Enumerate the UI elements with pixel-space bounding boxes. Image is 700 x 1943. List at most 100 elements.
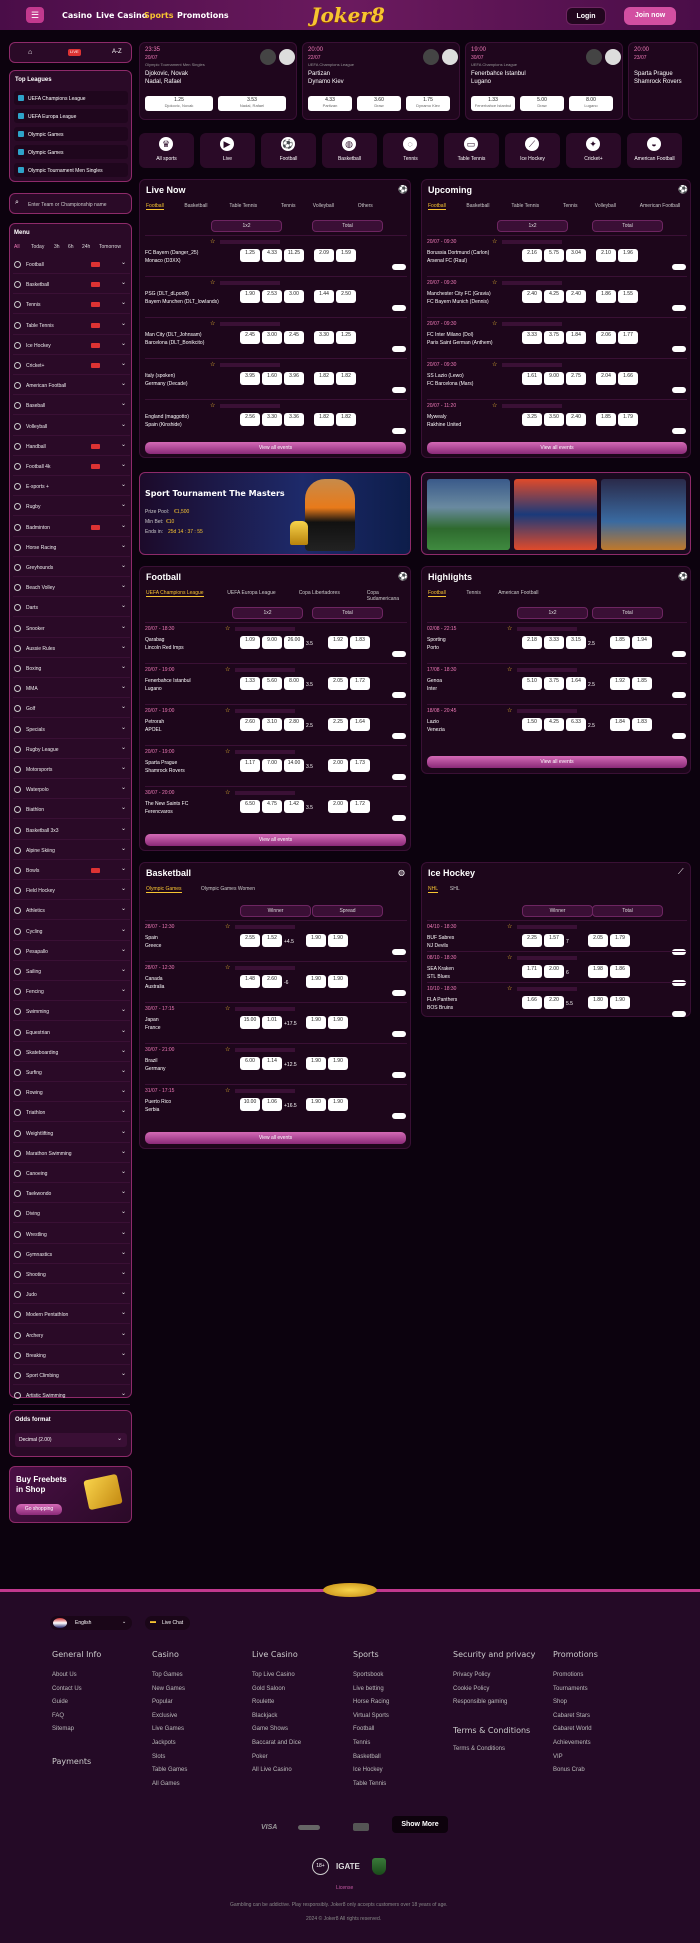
sidebar-item-motorsports[interactable]: Motorsports ⌄ <box>13 760 130 779</box>
tab-olympic-games-women[interactable]: Olympic Games Women <box>201 886 255 892</box>
sidebar-item-skateboarding[interactable]: Skateboarding ⌄ <box>13 1043 130 1062</box>
odds-button[interactable]: 1.90 <box>306 1016 326 1029</box>
odds-button[interactable]: 9.00 <box>544 372 564 385</box>
nav-promotions[interactable]: Promotions <box>177 11 229 21</box>
sidebar-item-darts[interactable]: Darts ⌄ <box>13 598 130 618</box>
tab-table-tennis[interactable]: Table Tennis <box>229 203 257 209</box>
match-row[interactable]: 20/07 - 09:30 FC Inter Milano (Dol) Paris … <box>427 317 687 358</box>
match-row[interactable]: 17/08 - 18:30 Genoa Inter ☆ 5.10 3.75 1.64 2.5 1… <box>427 663 687 704</box>
odds-button[interactable]: 1.77 <box>618 331 638 344</box>
odds-button[interactable]: 1.90 <box>328 1098 348 1111</box>
favorite-star-icon[interactable]: ☆ <box>507 924 512 931</box>
match-row[interactable]: 02/08 - 22:15 Sporting Porto ☆ 2.18 3.33 3.15 2… <box>427 622 687 663</box>
match-row[interactable]: 31/07 - 17:15 Puerto Rico Serbia ☆ 10.00 1.06… <box>145 1084 407 1125</box>
sidebar-item-golf[interactable]: Golf ⌄ <box>13 699 130 719</box>
footer-link-jackpots[interactable]: Jackpots <box>152 1740 176 1747</box>
sidebar-item-snooker[interactable]: Snooker ⌄ <box>13 619 130 638</box>
favorite-star-icon[interactable]: ☆ <box>507 955 512 962</box>
sidebar-item-bowls[interactable]: Bowls ⌄ <box>13 861 130 880</box>
tab-uefa-europa-league[interactable]: UEFA Europa League <box>227 590 275 596</box>
sidebar-item-taekwondo[interactable]: Taekwondo ⌄ <box>13 1184 130 1204</box>
sidebar-item-sailing[interactable]: Sailing ⌄ <box>13 962 130 981</box>
top-league-item[interactable]: Olympic Tournament Men Singles <box>14 163 128 177</box>
tab-basketball[interactable]: Basketball <box>466 203 489 209</box>
odds-button[interactable]: 2.04 <box>596 372 616 385</box>
site-logo[interactable]: Joker8 <box>311 3 385 27</box>
upcoming-view-all-button[interactable]: View all events <box>427 442 687 454</box>
odds-button[interactable]: 5.00 Draw <box>520 96 564 111</box>
footer-link-football[interactable]: Football <box>353 1726 374 1733</box>
market-total[interactable]: Total <box>312 220 383 232</box>
top-match-card[interactable]: 20:00 22/07 UEFA Champions League Partizan D… <box>302 42 460 120</box>
tab-tennis[interactable]: Tennis <box>281 203 295 209</box>
footer-link-exclusive[interactable]: Exclusive <box>152 1713 177 1720</box>
sidebar-item-equestrian[interactable]: Equestrian ⌄ <box>13 1023 130 1042</box>
odds-button[interactable]: 1.60 <box>262 372 282 385</box>
match-row[interactable]: 04/10 - 18:30 BUF Sabres NJ Devils ☆ 2.25 1.5… <box>427 920 687 955</box>
favorite-star-icon[interactable]: ☆ <box>210 362 215 369</box>
odds-button[interactable]: 9.00 <box>262 636 282 649</box>
favorite-star-icon[interactable]: ☆ <box>507 667 512 674</box>
footer-link-roulette[interactable]: Roulette <box>252 1699 274 1706</box>
sidebar-item-field-hockey[interactable]: Field Hockey ⌄ <box>13 881 130 901</box>
tab-volleyball[interactable]: Volleyball <box>595 203 616 209</box>
odds-button[interactable]: 3.75 <box>544 331 564 344</box>
match-row[interactable]: 30/07 - 17:15 Japan France ☆ 15.00 1.01 +17.5 1… <box>145 1002 407 1043</box>
odds-button[interactable]: 3.30 <box>262 413 282 426</box>
market-1x2[interactable]: 1x2 <box>517 607 588 619</box>
tab-american-football[interactable]: American Football <box>498 590 538 596</box>
match-row[interactable]: 08/10 - 18:30 SEA Kraken STL Blues ☆ 1.71 2.0… <box>427 951 687 986</box>
sidebar-item-canoeing[interactable]: Canoeing ⌄ <box>13 1164 130 1183</box>
sport-chip-american-football[interactable]: ◒ American Football <box>627 133 682 168</box>
favorite-star-icon[interactable]: ☆ <box>507 626 512 633</box>
search-input[interactable]: Enter Team or Championship name <box>28 202 107 208</box>
sidebar-item-greyhounds[interactable]: Greyhounds ⌄ <box>13 558 130 577</box>
favorite-star-icon[interactable]: ☆ <box>225 1088 230 1095</box>
sport-chip-tennis[interactable]: ◌ Tennis <box>383 133 438 168</box>
menu-tab-today[interactable]: Today <box>31 244 44 250</box>
live-badge[interactable]: LIVE <box>68 49 81 56</box>
more-markets-button[interactable] <box>392 264 406 270</box>
sidebar-item-pesapallo[interactable]: Pesapallo ⌄ <box>13 942 130 961</box>
odds-button[interactable]: 3.00 <box>284 290 304 303</box>
odds-button[interactable]: 1.17 <box>240 759 260 772</box>
favorite-star-icon[interactable]: ☆ <box>210 321 215 328</box>
footer-link-promotions[interactable]: Promotions <box>553 1672 583 1679</box>
odds-button[interactable]: 1.50 <box>522 718 542 731</box>
odds-button[interactable]: 1.66 <box>618 372 638 385</box>
odds-button[interactable]: 2.50 <box>336 290 356 303</box>
tab-american-football[interactable]: American Football <box>640 203 680 209</box>
sidebar-item-boxing[interactable]: Boxing ⌄ <box>13 659 130 678</box>
sidebar-item-modern-pentathlon[interactable]: Modern Pentathlon ⌄ <box>13 1305 130 1325</box>
footer-link-faq[interactable]: FAQ <box>52 1713 64 1720</box>
odds-button[interactable]: 1.85 <box>610 636 630 649</box>
odds-button[interactable]: 1.33 <box>240 677 260 690</box>
tab-uefa-champions-league[interactable]: UEFA Champions League <box>146 590 204 597</box>
menu-tab-3h[interactable]: 3h <box>54 244 60 250</box>
live-view-all-button[interactable]: View all events <box>145 442 406 454</box>
sport-chip-live[interactable]: ▶ Live <box>200 133 255 168</box>
footer-link-live-games[interactable]: Live Games <box>152 1726 184 1733</box>
odds-button[interactable]: 2.20 <box>544 996 564 1009</box>
tab-basketball[interactable]: Basketball <box>184 203 207 209</box>
odds-button[interactable]: 5.75 <box>544 249 564 262</box>
language-select[interactable]: English ⌄ <box>50 1616 132 1630</box>
odds-button[interactable]: 1.92 <box>610 677 630 690</box>
freebets-banner[interactable]: Buy Freebets in Shop Go shopping <box>9 1466 132 1523</box>
match-row[interactable]: England (maggotto) Spain (Kinshide) ☆ 2.56 3… <box>145 399 407 440</box>
footer-link-popular[interactable]: Popular <box>152 1699 173 1706</box>
sidebar-item-rugby[interactable]: Rugby ⌄ <box>13 497 130 517</box>
odds-button[interactable]: 1.90 <box>328 1016 348 1029</box>
footer-link-cabaret-world[interactable]: Cabaret World <box>553 1726 592 1733</box>
favorite-star-icon[interactable]: ☆ <box>507 708 512 715</box>
more-markets-button[interactable] <box>392 1031 406 1037</box>
more-markets-button[interactable] <box>672 305 686 311</box>
odds-button[interactable]: 2.75 <box>566 372 586 385</box>
sidebar-item-volleyball[interactable]: Volleyball ⌄ <box>13 417 130 436</box>
footer-link-game-shows[interactable]: Game Shows <box>252 1726 288 1733</box>
tab-others[interactable]: Others <box>358 203 373 209</box>
odds-button[interactable]: 1.25 <box>240 249 260 262</box>
odds-button[interactable]: 2.25 <box>522 934 542 947</box>
odds-button[interactable]: 1.44 <box>314 290 334 303</box>
home-icon[interactable]: ⌂ <box>28 49 32 57</box>
